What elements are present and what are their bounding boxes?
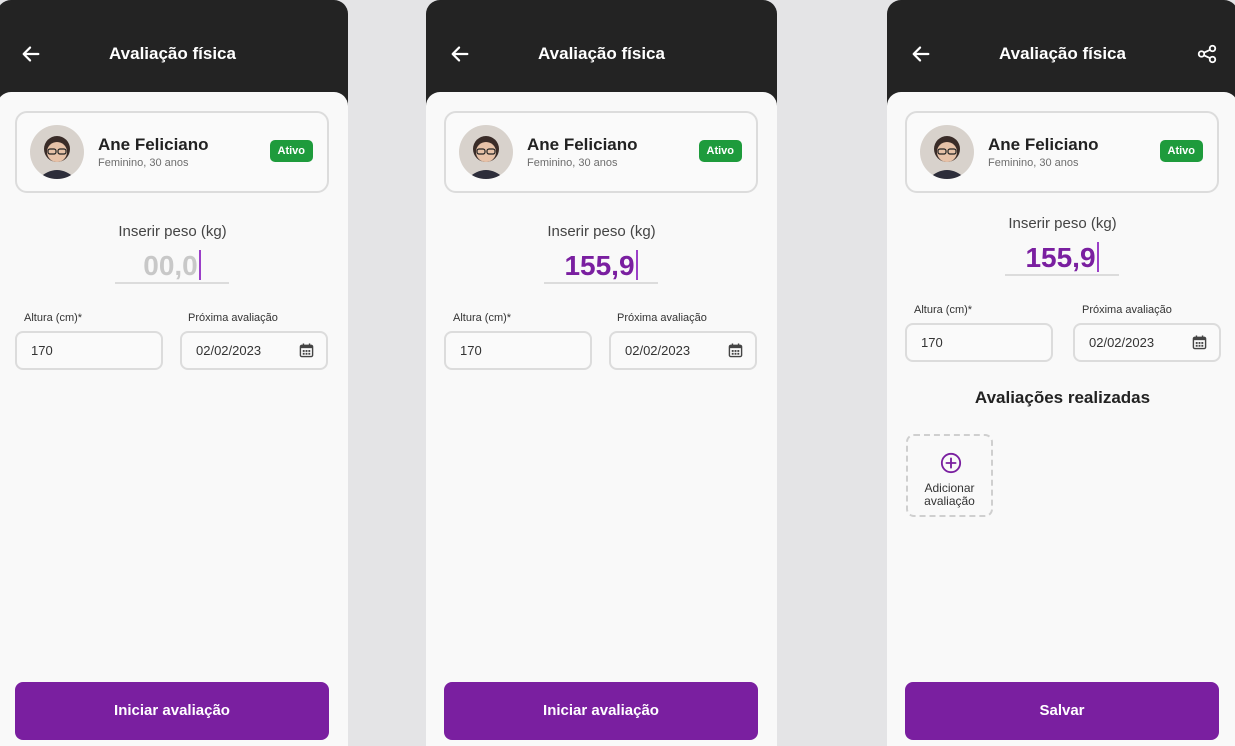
app-bar: Avaliação física xyxy=(0,0,348,100)
next-eval-value: 02/02/2023 xyxy=(196,343,262,358)
weight-value: 155,9 xyxy=(564,250,635,281)
height-label: Altura (cm)* xyxy=(24,312,83,324)
height-value: 170 xyxy=(460,343,482,358)
screen-with-evaluations: Avaliação física Ane Feliciano Feminino,… xyxy=(887,0,1235,746)
page-title: Avaliação física xyxy=(109,44,236,63)
calendar-icon[interactable] xyxy=(728,343,743,358)
height-label: Altura (cm)* xyxy=(914,304,973,316)
weight-input[interactable]: 155,9 xyxy=(544,248,658,284)
page-title: Avaliação física xyxy=(999,44,1126,63)
content-area: Ane Feliciano Feminino, 30 anos Ativo In… xyxy=(426,92,777,746)
page-title: Avaliação física xyxy=(538,44,665,63)
save-button[interactable]: Salvar xyxy=(905,682,1219,740)
app-bar: Avaliação física xyxy=(426,0,777,100)
calendar-icon[interactable] xyxy=(299,343,314,358)
height-field[interactable]: 170 xyxy=(15,331,163,370)
next-eval-value: 02/02/2023 xyxy=(625,343,691,358)
profile-name: Ane Feliciano xyxy=(988,135,1099,154)
share-icon[interactable] xyxy=(1196,43,1218,65)
start-evaluation-button[interactable]: Iniciar avaliação xyxy=(15,682,329,740)
profile-card: Ane Feliciano Feminino, 30 anos Ativo xyxy=(15,111,329,193)
add-label-line2: avaliação xyxy=(924,494,975,508)
screen-empty-weight: Avaliação física Ane Feliciano Feminino,… xyxy=(0,0,348,746)
height-value: 170 xyxy=(31,343,53,358)
next-eval-field[interactable]: 02/02/2023 xyxy=(180,331,328,370)
next-eval-field[interactable]: 02/02/2023 xyxy=(1073,323,1221,362)
status-badge: Ativo xyxy=(698,140,742,162)
add-evaluation-card[interactable]: Adicionar avaliação xyxy=(906,434,993,517)
text-caret xyxy=(198,250,201,280)
height-label: Altura (cm)* xyxy=(453,312,512,324)
profile-info: Feminino, 30 anos xyxy=(98,157,189,169)
calendar-icon[interactable] xyxy=(1192,335,1207,350)
height-value: 170 xyxy=(921,335,943,350)
next-eval-field[interactable]: 02/02/2023 xyxy=(609,331,757,370)
profile-name: Ane Feliciano xyxy=(527,135,638,154)
weight-label: Inserir peso (kg) xyxy=(118,223,227,240)
height-field[interactable]: 170 xyxy=(905,323,1053,362)
avatar xyxy=(920,125,974,179)
text-caret xyxy=(635,250,638,280)
add-evaluation-label: Adicionar avaliação xyxy=(908,482,991,508)
profile-info: Feminino, 30 anos xyxy=(988,157,1079,169)
next-eval-value: 02/02/2023 xyxy=(1089,335,1155,350)
profile-card: Ane Feliciano Feminino, 30 anos Ativo xyxy=(444,111,758,193)
avatar xyxy=(459,125,513,179)
content-area: Ane Feliciano Feminino, 30 anos Ativo In… xyxy=(887,92,1235,746)
weight-value: 155,9 xyxy=(1025,242,1096,273)
plus-circle-icon xyxy=(940,452,962,474)
weight-input[interactable]: 155,9 xyxy=(1005,240,1119,276)
content-area: Ane Feliciano Feminino, 30 anos Ativo In… xyxy=(0,92,348,746)
weight-label: Inserir peso (kg) xyxy=(1008,215,1117,232)
weight-input[interactable]: 00,0 xyxy=(115,248,229,284)
screen-filled-weight: Avaliação física Ane Feliciano Feminino,… xyxy=(426,0,777,746)
status-badge: Ativo xyxy=(1159,140,1203,162)
next-eval-label: Próxima avaliação xyxy=(188,312,278,324)
weight-label: Inserir peso (kg) xyxy=(547,223,656,240)
avatar xyxy=(30,125,84,179)
start-evaluation-button[interactable]: Iniciar avaliação xyxy=(444,682,758,740)
weight-placeholder: 00,0 xyxy=(143,250,198,281)
profile-card: Ane Feliciano Feminino, 30 anos Ativo xyxy=(905,111,1219,193)
status-badge: Ativo xyxy=(269,140,313,162)
next-eval-label: Próxima avaliação xyxy=(1082,304,1172,316)
next-eval-label: Próxima avaliação xyxy=(617,312,707,324)
height-field[interactable]: 170 xyxy=(444,331,592,370)
profile-name: Ane Feliciano xyxy=(98,135,209,154)
app-bar: Avaliação física xyxy=(887,0,1235,100)
text-caret xyxy=(1096,242,1099,272)
profile-info: Feminino, 30 anos xyxy=(527,157,618,169)
evaluations-title: Avaliações realizadas xyxy=(974,388,1151,407)
